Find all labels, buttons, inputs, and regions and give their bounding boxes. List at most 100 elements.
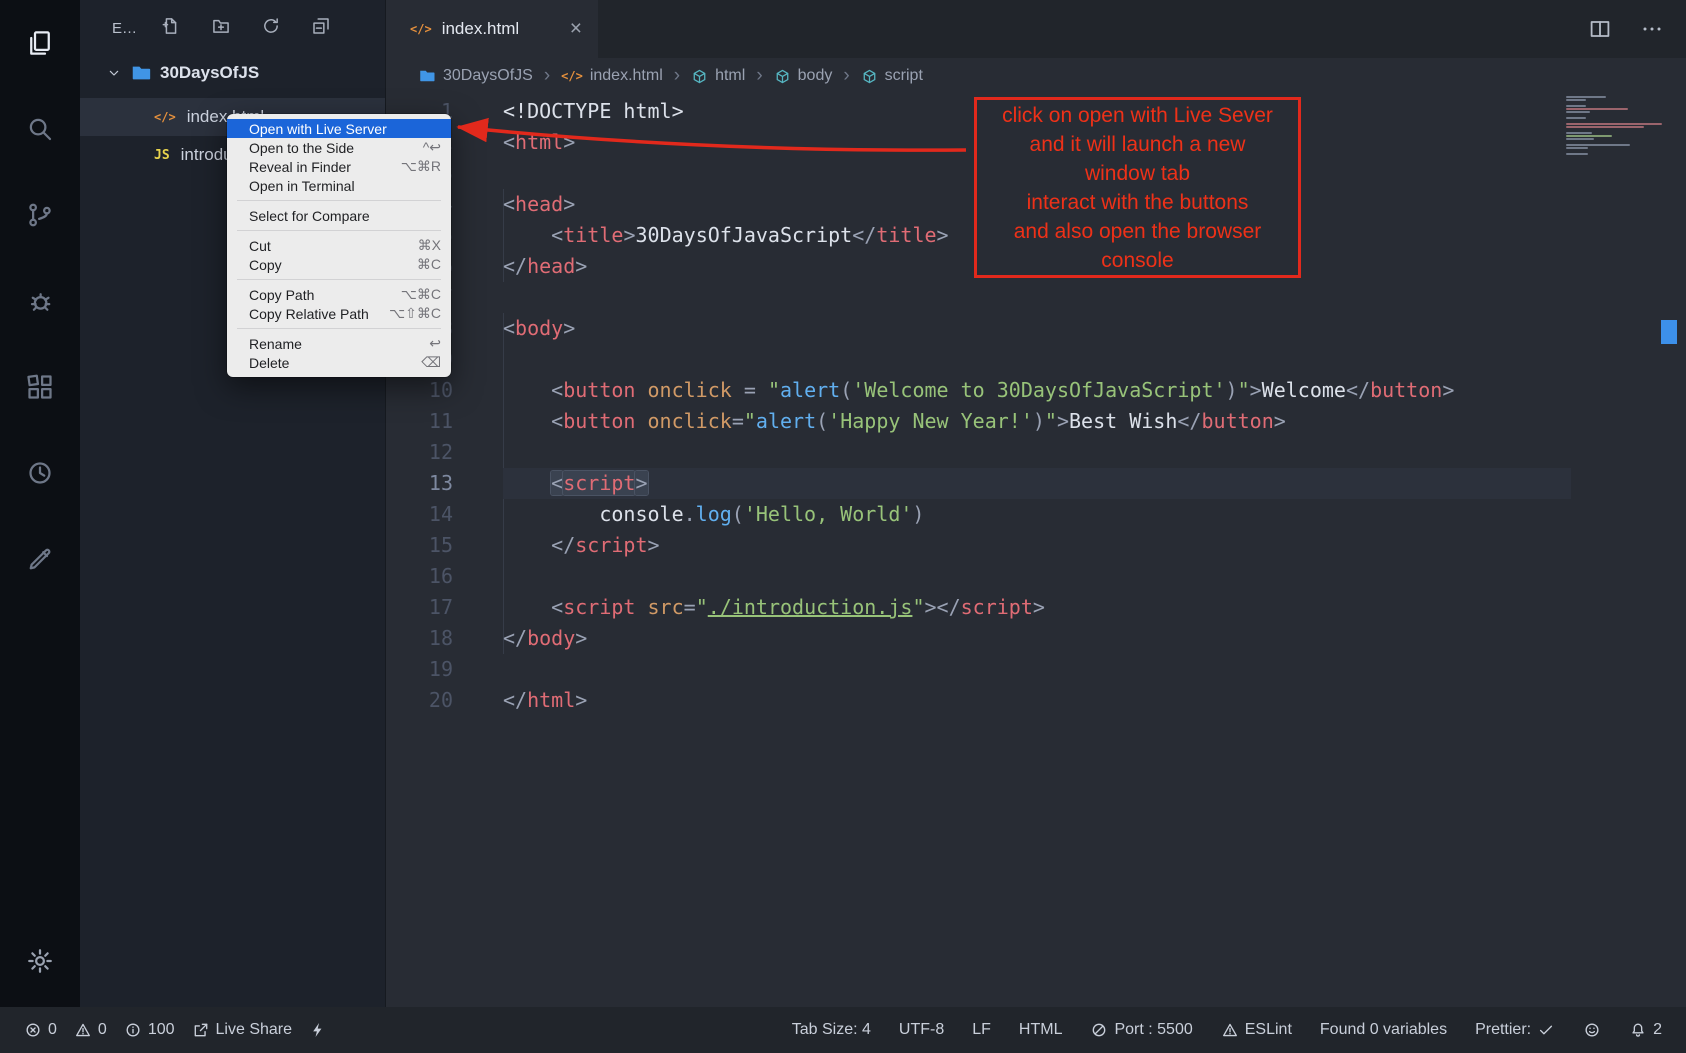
extensions-icon — [25, 372, 55, 402]
code-line-12: 12 — [386, 437, 1686, 468]
breadcrumb-script[interactable]: script — [861, 67, 923, 85]
activity-bar-run-debug[interactable] — [0, 258, 80, 344]
html-file-icon: </> — [561, 69, 583, 83]
menu-item-label: Select for Compare — [249, 208, 429, 224]
close-icon[interactable]: × — [570, 17, 582, 41]
scrollbar-marker[interactable] — [1661, 320, 1677, 344]
code-line-20: 20</html> — [386, 685, 1686, 716]
menu-item-label: Copy Path — [249, 287, 389, 303]
more-actions-icon[interactable] — [1640, 17, 1664, 41]
breadcrumb-html[interactable]: html — [691, 67, 745, 85]
line-number: 12 — [386, 437, 503, 468]
search-icon — [25, 114, 55, 144]
symbol-icon — [861, 68, 878, 85]
activity-bar-extensions[interactable] — [0, 344, 80, 430]
status-label: Port : 5500 — [1114, 1021, 1192, 1039]
tab-title: index.html — [442, 19, 519, 39]
breadcrumb-index-html[interactable]: </> index.html — [561, 67, 663, 85]
line-number: 10 — [386, 375, 503, 406]
status-lf[interactable]: LF — [972, 1021, 991, 1039]
run-debug-icon — [25, 286, 55, 316]
status-prettier[interactable]: Prettier: — [1475, 1021, 1555, 1039]
activity-bar-feedback[interactable] — [0, 516, 80, 602]
menu-item-select-for-compare[interactable]: Select for Compare — [227, 206, 451, 225]
code-line-text: console.log('Hello, World') — [503, 499, 1571, 530]
menu-item-copy-relative-path[interactable]: Copy Relative Path⌥⇧⌘C — [227, 304, 451, 323]
folder-root-30daysofjs[interactable]: 30DaysOfJS — [80, 56, 385, 90]
status-0[interactable]: 0 — [24, 1021, 57, 1039]
breadcrumb-30daysofjs[interactable]: 30DaysOfJS — [418, 67, 533, 85]
activity-bar-settings[interactable] — [0, 925, 80, 997]
feedback-icon — [25, 544, 55, 574]
warning-icon — [74, 1021, 92, 1039]
status-label: 100 — [148, 1021, 175, 1039]
context-menu: Open with Live ServerOpen to the Side^↩R… — [227, 114, 451, 377]
menu-item-open-to-the-side[interactable]: Open to the Side^↩ — [227, 138, 451, 157]
status-found-0-variables[interactable]: Found 0 variables — [1320, 1021, 1447, 1039]
menu-item-rename[interactable]: Rename↩ — [227, 334, 451, 353]
eslint-icon — [1221, 1021, 1239, 1039]
code-line-7: 7 — [386, 282, 1686, 313]
status-label: Found 0 variables — [1320, 1021, 1447, 1039]
status-100[interactable]: 100 — [124, 1021, 175, 1039]
status-port-5500[interactable]: Port : 5500 — [1090, 1021, 1192, 1039]
folder-icon — [130, 62, 152, 84]
breadcrumb-label: script — [885, 67, 923, 85]
status-tab-size-4[interactable]: Tab Size: 4 — [792, 1021, 871, 1039]
status-2[interactable]: 2 — [1629, 1021, 1662, 1039]
sidebar-header: E… — [80, 0, 385, 56]
history-icon — [25, 458, 55, 488]
collapse-all-button[interactable] — [311, 16, 331, 41]
status-live-share[interactable]: Live Share — [192, 1021, 293, 1039]
activity-bar-history[interactable] — [0, 430, 80, 516]
activity-bar — [0, 0, 80, 1007]
status-html[interactable]: HTML — [1019, 1021, 1063, 1039]
code-line-text: </script> — [503, 530, 1571, 561]
annotation-text-line: and also open the browser — [1014, 217, 1262, 246]
status-label: 0 — [98, 1021, 107, 1039]
folder-root-label: 30DaysOfJS — [160, 63, 259, 83]
status-label: ESLint — [1245, 1021, 1292, 1039]
new-folder-button[interactable] — [211, 16, 231, 41]
html-file-icon: </> — [154, 110, 176, 124]
code-line-11: 11 <button onclick="alert('Happy New Yea… — [386, 406, 1686, 437]
menu-item-delete[interactable]: Delete⌫ — [227, 353, 451, 372]
tab-bar: </> index.html × — [386, 0, 1686, 58]
code-line-text: <script src="./introduction.js"></script… — [503, 592, 1571, 623]
menu-separator — [237, 279, 441, 280]
menu-item-open-in-terminal[interactable]: Open in Terminal — [227, 176, 451, 195]
breadcrumb-body[interactable]: body — [774, 67, 833, 85]
explorer-icon — [25, 28, 55, 58]
status-0[interactable]: 0 — [74, 1021, 107, 1039]
menu-item-copy-path[interactable]: Copy Path⌥⌘C — [227, 285, 451, 304]
tab-index-html[interactable]: </> index.html × — [386, 0, 598, 58]
menu-item-reveal-in-finder[interactable]: Reveal in Finder⌥⌘R — [227, 157, 451, 176]
activity-bar-explorer[interactable] — [0, 0, 80, 86]
refresh-button[interactable] — [261, 16, 281, 41]
split-editor-icon[interactable] — [1588, 17, 1612, 41]
breadcrumb-label: body — [798, 67, 833, 85]
code-line-text — [503, 282, 1571, 313]
menu-item-cut[interactable]: Cut⌘X — [227, 236, 451, 255]
menu-item-label: Rename — [249, 336, 417, 352]
breadcrumb-separator: › — [544, 65, 550, 87]
html-file-icon: </> — [410, 22, 432, 36]
status-utf-8[interactable]: UTF-8 — [899, 1021, 944, 1039]
activity-bar-source-control[interactable] — [0, 172, 80, 258]
status-eslint[interactable]: ESLint — [1221, 1021, 1292, 1039]
minimap[interactable] — [1566, 96, 1670, 156]
menu-item-copy[interactable]: Copy⌘C — [227, 255, 451, 274]
status-smiley[interactable] — [1583, 1021, 1601, 1039]
line-number: 13 — [386, 468, 503, 499]
menu-item-open-with-live-server[interactable]: Open with Live Server — [227, 119, 451, 138]
symbol-icon — [774, 68, 791, 85]
new-file-button[interactable] — [161, 16, 181, 41]
breadcrumb-label: index.html — [590, 67, 663, 85]
activity-bar-search[interactable] — [0, 86, 80, 172]
status-label: UTF-8 — [899, 1021, 944, 1039]
status-bar: 0 0 100 Live Share Tab Size: 4 UTF-8 LF HTML Po… — [0, 1007, 1686, 1053]
code-line-14: 14 console.log('Hello, World') — [386, 499, 1686, 530]
status-bolt[interactable] — [309, 1021, 327, 1039]
menu-item-shortcut: ⌘X — [418, 237, 441, 254]
chevron-down-icon — [106, 65, 122, 81]
